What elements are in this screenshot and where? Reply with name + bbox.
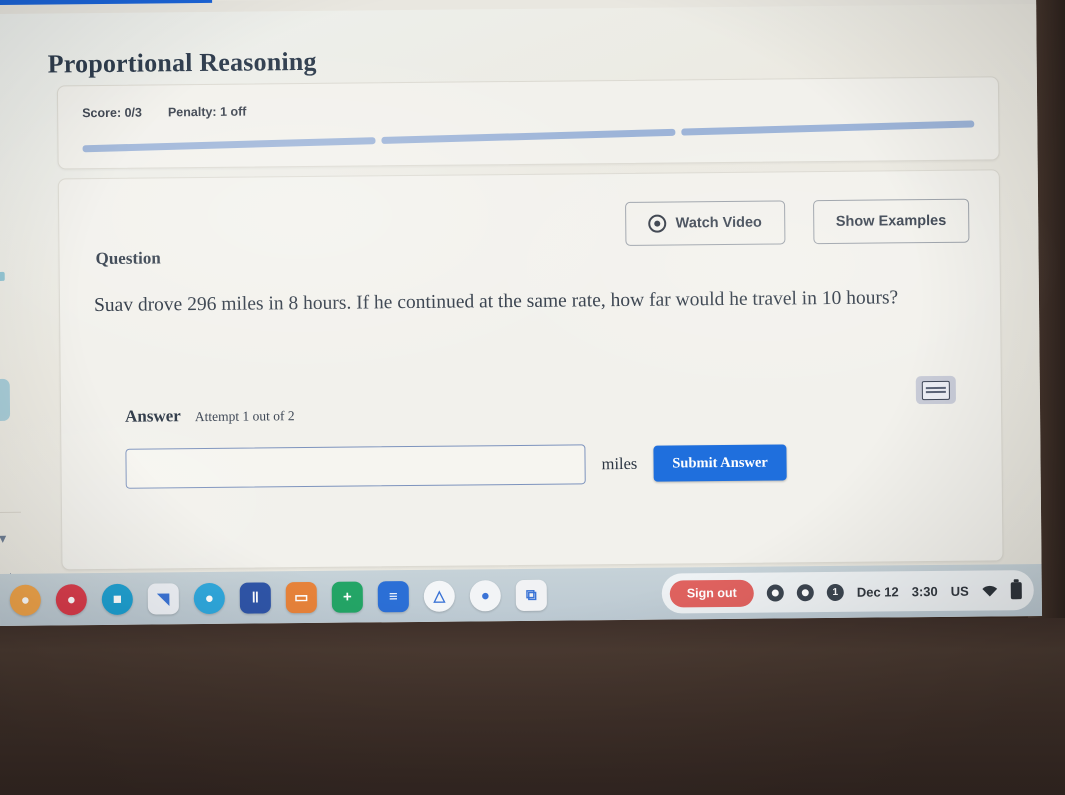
date-label[interactable]: Dec 12 [857,584,899,599]
chromeos-shelf: ● ● ■ ◥ ● ‖ ▭ + ≡ △ ● ⧉ Sign out 1 Dec 12 3:30 US [0,563,1043,626]
shelf-app-list: ● ● ■ ◥ ● ‖ ▭ + ≡ △ ● ⧉ [0,579,547,616]
docs-app-icon[interactable]: ≡ [377,580,409,612]
progress-segment [381,128,676,144]
wifi-icon[interactable] [982,584,998,597]
camera-app-icon[interactable]: ■ [101,583,133,615]
chrome-browser-icon[interactable]: ● [469,579,501,611]
time-label[interactable]: 3:30 [912,583,938,598]
drive-app-icon[interactable]: △ [423,580,455,612]
window-switcher-icon[interactable]: ⧉ [515,579,547,611]
show-examples-button[interactable]: Show Examples [812,198,970,245]
question-card: Watch Video Show Examples Question Suav … [57,169,1004,571]
brain-pop-icon[interactable]: ● [55,583,87,615]
calculator-icon [921,380,950,400]
penalty-label: Penalty: 1 off [167,104,247,120]
watch-video-button[interactable]: Watch Video [625,200,786,246]
page-title: Proportional Reasoning [47,46,317,79]
progress-segment [82,136,376,152]
clipped-sidebar-button[interactable] [0,378,11,422]
planet-app-icon[interactable]: ● [193,582,225,614]
sheets-app-icon[interactable]: + [331,580,363,613]
honey-extension-icon[interactable]: ● [9,584,41,616]
clipped-sidebar-marker [0,271,5,282]
files-app-icon[interactable]: ◥ [147,582,179,615]
progress-bar [82,118,975,153]
slides-app-icon[interactable]: ▭ [285,581,317,613]
circle-icon[interactable] [796,583,814,601]
play-circle-icon [648,214,667,233]
system-tray[interactable]: Sign out 1 Dec 12 3:30 US [661,570,1034,614]
laptop-base [0,618,1065,795]
web-page-background: ▾ out Proportional Reasoning Score: 0/3 … [0,3,1042,584]
notification-badge[interactable]: 1 [826,583,844,601]
question-text: Suav drove 296 miles in 8 hours. If he c… [93,287,899,317]
progress-segment [680,119,975,136]
watch-video-label: Watch Video [675,214,762,232]
answer-header: Answer Attempt 1 out of 2 [125,405,295,427]
laptop-screen-photo: ▾ out Proportional Reasoning Score: 0/3 … [0,0,1065,795]
keyboard-layout-label[interactable]: US [951,583,969,598]
score-label: Score: 0/3 [82,105,142,121]
attempt-label: Attempt 1 out of 2 [194,408,295,425]
calculator-button[interactable] [915,375,956,405]
audio-app-icon[interactable]: ‖ [239,581,271,614]
question-heading: Question [95,248,161,269]
battery-icon[interactable] [1010,581,1022,599]
chromebook-screen: ▾ out Proportional Reasoning Score: 0/3 … [0,0,1043,626]
answer-input[interactable] [125,444,586,489]
answer-heading: Answer [124,406,181,426]
chevron-down-icon[interactable]: ▾ [0,530,15,546]
clipped-divider [0,511,22,513]
submit-answer-button[interactable]: Submit Answer [653,444,787,482]
question-actions: Watch Video Show Examples [625,198,970,246]
score-row: Score: 0/3 Penalty: 1 off [82,105,246,121]
unit-label: miles [601,453,638,474]
show-examples-label: Show Examples [835,212,947,230]
answer-row: miles Submit Answer [125,442,787,489]
score-card: Score: 0/3 Penalty: 1 off [56,76,1000,170]
volume-icon[interactable] [766,583,784,602]
sign-out-button[interactable]: Sign out [669,579,754,608]
